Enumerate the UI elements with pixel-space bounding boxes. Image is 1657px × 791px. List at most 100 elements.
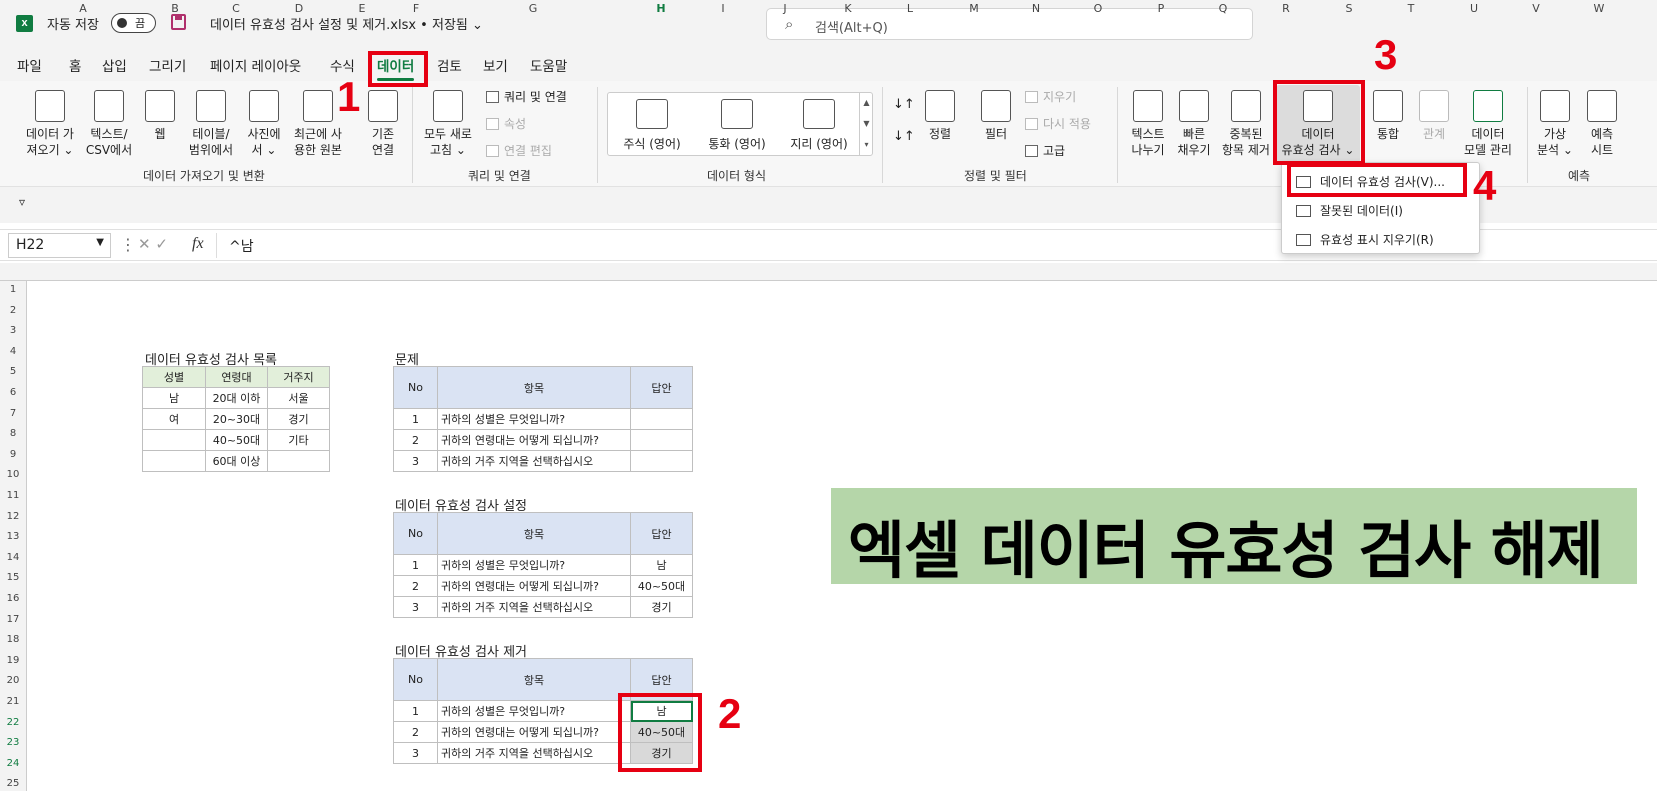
geography-button[interactable]: 지리 (영어): [779, 99, 859, 152]
name-box[interactable]: H22 ▼: [8, 233, 111, 258]
more-icon[interactable]: ⋮: [120, 235, 136, 254]
row-header[interactable]: 3: [0, 325, 26, 336]
tab-page-layout[interactable]: 페이지 레이아웃: [210, 55, 301, 75]
table-cell-item[interactable]: 귀하의 거주 지역을 선택하십시오: [437, 596, 631, 618]
column-header[interactable]: C: [228, 2, 244, 15]
forecast-sheet-button[interactable]: 예측 시트: [1580, 90, 1624, 158]
data-model-button[interactable]: 데이터 모델 관리: [1456, 90, 1520, 158]
table-cell-no[interactable]: 2: [393, 429, 438, 451]
row-header[interactable]: 12: [0, 511, 26, 522]
gallery-up-icon[interactable]: ▲: [860, 92, 873, 113]
tab-file[interactable]: 파일: [17, 55, 42, 75]
row-header[interactable]: 25: [0, 778, 26, 789]
row-header[interactable]: 24: [0, 758, 26, 769]
tab-review[interactable]: 검토: [437, 55, 462, 75]
row-header[interactable]: 9: [0, 449, 26, 460]
gallery-down-icon[interactable]: ▼: [860, 113, 873, 134]
insert-function-icon[interactable]: fx: [192, 235, 204, 253]
row-header[interactable]: 23: [0, 737, 26, 748]
consolidate-button[interactable]: 통합: [1368, 90, 1408, 142]
column-header[interactable]: B: [167, 2, 183, 15]
table-cell-no[interactable]: 3: [393, 450, 438, 472]
table-cell-item[interactable]: 귀하의 성별은 무엇입니까?: [437, 554, 631, 576]
row-header[interactable]: 20: [0, 675, 26, 686]
column-header[interactable]: S: [1341, 2, 1357, 15]
row-header[interactable]: 7: [0, 408, 26, 419]
column-header[interactable]: G: [525, 2, 541, 15]
column-header[interactable]: U: [1466, 2, 1482, 15]
table-cell-no[interactable]: 3: [393, 596, 438, 618]
get-data-button[interactable]: 데이터 가 져오기 ⌄: [18, 90, 82, 158]
column-header[interactable]: E: [354, 2, 370, 15]
row-header[interactable]: 17: [0, 614, 26, 625]
table-cell[interactable]: [142, 450, 206, 472]
column-header[interactable]: D: [291, 2, 307, 15]
filter-button[interactable]: 필터: [976, 90, 1016, 142]
table-cell[interactable]: 서울: [267, 387, 330, 409]
row-header[interactable]: 2: [0, 305, 26, 316]
column-header[interactable]: M: [966, 2, 982, 15]
column-header[interactable]: K: [840, 2, 856, 15]
save-icon[interactable]: [171, 14, 186, 30]
table-cell-item[interactable]: 귀하의 연령대는 어떻게 되십니까?: [437, 575, 631, 597]
table-range-button[interactable]: 테이블/ 범위에서: [182, 90, 240, 158]
row-header[interactable]: 13: [0, 531, 26, 542]
advanced-button[interactable]: 고급: [1025, 144, 1065, 158]
table-cell-answer[interactable]: 남: [630, 554, 693, 576]
chevron-down-icon[interactable]: ▿: [19, 195, 25, 209]
table-cell-no[interactable]: 1: [393, 554, 438, 576]
row-header[interactable]: 14: [0, 552, 26, 563]
column-header[interactable]: L: [902, 2, 918, 15]
existing-connections-button[interactable]: 기존 연결: [362, 90, 404, 158]
row-header[interactable]: 21: [0, 696, 26, 707]
table-cell[interactable]: 남: [142, 387, 206, 409]
table-cell-no[interactable]: 2: [393, 721, 438, 743]
tab-help[interactable]: 도움말: [530, 55, 567, 75]
table-cell-item[interactable]: 귀하의 거주 지역을 선택하십시오: [437, 450, 631, 472]
reapply-button[interactable]: 다시 적용: [1025, 117, 1091, 131]
tab-draw[interactable]: 그리기: [149, 55, 186, 75]
column-header[interactable]: J: [777, 2, 793, 15]
table-cell-answer[interactable]: 40~50대: [630, 575, 693, 597]
table-cell[interactable]: 경기: [267, 408, 330, 430]
sort-button[interactable]: 정렬: [920, 90, 960, 142]
column-header[interactable]: N: [1028, 2, 1044, 15]
row-header[interactable]: 18: [0, 634, 26, 645]
queries-connections-button[interactable]: 쿼리 및 연결: [486, 90, 567, 104]
table-cell-no[interactable]: 2: [393, 575, 438, 597]
tab-view[interactable]: 보기: [483, 55, 508, 75]
remove-duplicates-button[interactable]: 중복된 항목 제거: [1218, 90, 1274, 158]
tab-formulas[interactable]: 수식: [330, 55, 355, 75]
row-header[interactable]: 4: [0, 346, 26, 357]
row-header[interactable]: 8: [0, 428, 26, 439]
table-cell[interactable]: 20대 이하: [205, 387, 268, 409]
gallery-more-icon[interactable]: ▾: [860, 134, 873, 155]
properties-button[interactable]: 속성: [486, 117, 526, 131]
row-header[interactable]: 5: [0, 366, 26, 377]
column-header[interactable]: A: [75, 2, 91, 15]
clear-button[interactable]: 지우기: [1025, 90, 1076, 104]
table-cell-no[interactable]: 3: [393, 742, 438, 764]
row-header[interactable]: 10: [0, 469, 26, 480]
column-header[interactable]: F: [408, 2, 424, 15]
table-cell-item[interactable]: 귀하의 거주 지역을 선택하십시오: [437, 742, 631, 764]
column-header[interactable]: P: [1153, 2, 1169, 15]
table-cell-answer[interactable]: 경기: [630, 596, 693, 618]
row-header[interactable]: 15: [0, 572, 26, 583]
flash-fill-button[interactable]: 빠른 채우기: [1172, 90, 1216, 158]
relationships-button[interactable]: 관계: [1414, 90, 1454, 142]
table-cell-no[interactable]: 1: [393, 408, 438, 430]
column-header[interactable]: W: [1591, 2, 1607, 15]
row-header[interactable]: 16: [0, 593, 26, 604]
sort-desc-button[interactable]: ↓↑: [893, 130, 915, 144]
table-cell[interactable]: 기타: [267, 429, 330, 451]
table-cell[interactable]: 40~50대: [205, 429, 268, 451]
row-header[interactable]: 22: [0, 717, 26, 728]
table-cell-answer[interactable]: [630, 408, 693, 430]
refresh-all-button[interactable]: 모두 새로 고침 ⌄: [418, 90, 478, 158]
from-picture-button[interactable]: 사진에 서 ⌄: [240, 90, 288, 158]
currencies-button[interactable]: 통화 (영어): [697, 99, 777, 152]
chevron-down-icon[interactable]: ▼: [96, 237, 104, 248]
tab-insert[interactable]: 삽입: [102, 55, 127, 75]
table-cell[interactable]: 20~30대: [205, 408, 268, 430]
